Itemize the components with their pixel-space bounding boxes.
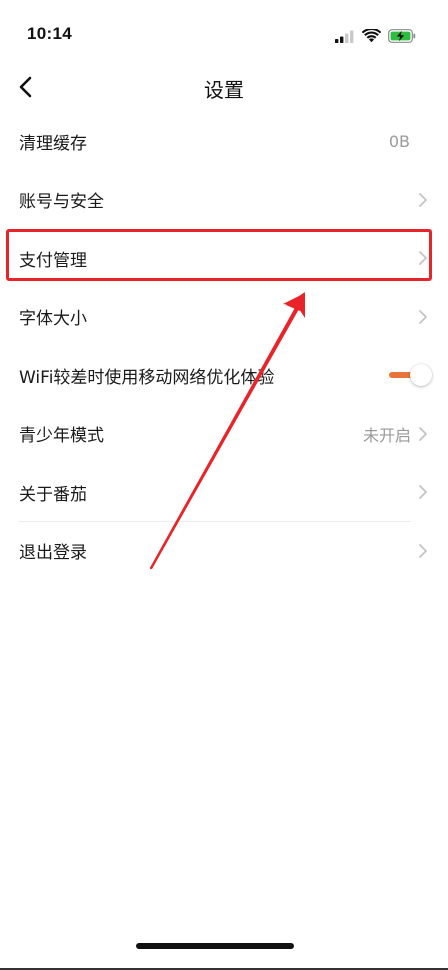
battery-charging-icon <box>388 29 416 43</box>
chevron-right-icon <box>419 309 427 324</box>
settings-item-label: WiFi较差时使用移动网络优化体验 <box>19 367 275 388</box>
settings-item-label: 青少年模式 <box>19 426 104 447</box>
chevron-right-icon <box>419 192 427 207</box>
toggle-knob <box>410 364 432 387</box>
settings-item-label: 字体大小 <box>19 309 87 330</box>
wifi-optimize-toggle[interactable] <box>389 363 433 387</box>
settings-item-teen-mode[interactable]: 青少年模式 未开启 <box>0 405 448 464</box>
settings-item-label: 清理缓存 <box>19 133 87 154</box>
cellular-signal-icon <box>335 30 354 43</box>
chevron-right-icon <box>419 485 427 500</box>
annotation-highlight-box <box>6 229 432 281</box>
status-time: 10:14 <box>27 24 72 43</box>
settings-item-account-security[interactable]: 账号与安全 <box>0 171 448 230</box>
home-indicator <box>136 943 294 949</box>
settings-item-label: 退出登录 <box>19 543 87 564</box>
settings-item-font-size[interactable]: 字体大小 <box>0 288 448 347</box>
nav-bar: 设置 <box>0 66 448 110</box>
page-title: 设置 <box>204 78 244 102</box>
settings-item-about[interactable]: 关于番茄 <box>0 463 448 522</box>
cache-size-value: 0B <box>388 131 410 151</box>
wifi-icon <box>362 29 381 43</box>
status-bar: 10:14 <box>0 0 448 70</box>
settings-item-label: 关于番茄 <box>19 484 87 505</box>
settings-item-wifi-optimize: WiFi较差时使用移动网络优化体验 <box>0 346 448 405</box>
chevron-right-icon <box>419 543 427 558</box>
status-icons <box>335 27 416 45</box>
settings-item-logout[interactable]: 退出登录 <box>0 522 448 581</box>
settings-list: 清理缓存 0B 账号与安全 支付管理 字体大小 WiFi较差时使用移动网络优化体… <box>0 112 448 580</box>
teen-mode-status: 未开启 <box>362 425 411 445</box>
settings-item-label: 账号与安全 <box>19 192 104 213</box>
settings-item-clear-cache[interactable]: 清理缓存 0B <box>0 112 448 171</box>
chevron-right-icon <box>419 426 427 441</box>
